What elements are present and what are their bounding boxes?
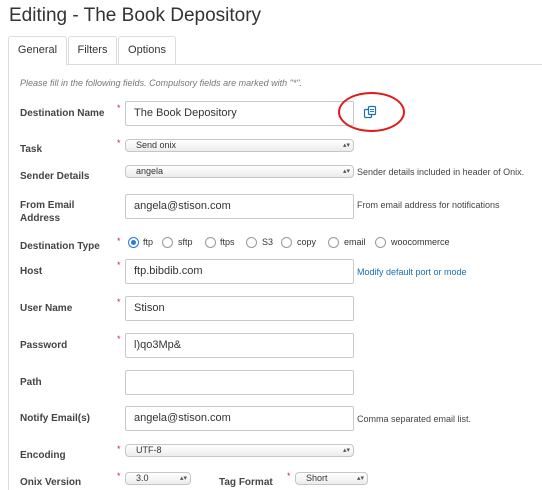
required-marker: * [117,236,121,246]
from-email-label: From Email Address [20,200,75,224]
destination-type-label: Destination Type [20,241,100,252]
updown-arrows-icon: ▴▾ [342,447,350,454]
destination-name-input[interactable]: The Book Depository [125,101,354,126]
required-marker: * [117,138,121,148]
task-label: Task [20,144,43,155]
radio-copy-label: copy [297,237,317,247]
sender-details-note: Sender details included in header of Oni… [357,167,525,177]
panel-border [8,64,9,490]
radio-copy[interactable] [281,237,292,248]
encoding-select-value: UTF-8 [136,445,162,455]
destination-name-label: Destination Name [20,108,105,119]
tab-general[interactable]: General [8,36,67,65]
notify-emails-note: Comma separated email list. [357,414,472,424]
sender-details-select[interactable]: angela ▴▾ [125,165,354,178]
from-email-input[interactable]: angela@stison.com [125,194,354,219]
required-marker: * [117,471,121,481]
radio-sftp[interactable] [162,237,173,248]
required-marker: * [117,103,121,113]
radio-ftps-label: ftps [220,237,235,247]
tab-options[interactable]: Options [118,36,176,64]
tag-format-select[interactable]: Short ▴▾ [295,472,368,485]
tab-divider [67,64,542,65]
required-marker: * [117,444,121,454]
page-title: Editing - The Book Depository [9,5,262,26]
notify-emails-label: Notify Email(s) [20,413,91,424]
required-marker: * [117,334,121,344]
user-name-label: User Name [20,303,73,314]
radio-woocommerce-label: woocommerce [391,237,450,247]
sender-details-label: Sender Details [20,171,90,182]
required-marker: * [117,297,121,307]
host-label: Host [20,266,43,277]
task-select[interactable]: Send onix ▴▾ [125,139,354,152]
updown-arrows-icon: ▴▾ [356,475,364,482]
from-email-note: From email address for notifications [357,200,500,210]
path-label: Path [20,377,42,388]
radio-sftp-label: sftp [178,237,193,247]
sender-details-value: angela [136,166,164,176]
host-input[interactable]: ftp.bibdib.com [125,259,354,284]
modify-port-link[interactable]: Modify default port or mode [357,267,467,277]
radio-woocommerce[interactable] [375,237,386,248]
password-input[interactable]: l)qo3Mp& [125,333,354,358]
updown-arrows-icon: ▴▾ [342,142,350,149]
onix-version-label: Onix Version [20,477,82,488]
updown-arrows-icon: ▴▾ [179,475,187,482]
radio-ftp[interactable] [128,237,139,248]
encoding-label: Encoding [20,450,66,461]
user-name-input[interactable]: Stison [125,296,354,321]
required-marker: * [287,471,291,481]
task-select-value: Send onix [136,140,177,150]
notify-emails-input[interactable]: angela@stison.com [125,406,354,431]
onix-version-value: 3.0 [136,473,149,483]
tag-format-value: Short [306,473,328,483]
encoding-select[interactable]: UTF-8 ▴▾ [125,444,354,457]
updown-arrows-icon: ▴▾ [342,168,350,175]
onix-version-select[interactable]: 3.0 ▴▾ [125,472,191,485]
tag-format-label: Tag Format [219,477,273,488]
radio-email-label: email [344,237,366,247]
password-label: Password [20,340,68,351]
required-marker: * [117,260,121,270]
radio-s3-label: S3 [262,237,274,247]
radio-ftps[interactable] [205,237,216,248]
form-hint: Please fill in the following fields. Com… [20,78,303,88]
tab-filters[interactable]: Filters [68,36,117,64]
radio-s3[interactable] [246,237,257,248]
radio-ftp-label: ftp [143,237,154,247]
annotation-circle [338,92,405,132]
radio-email[interactable] [328,237,339,248]
path-input[interactable] [125,370,354,395]
